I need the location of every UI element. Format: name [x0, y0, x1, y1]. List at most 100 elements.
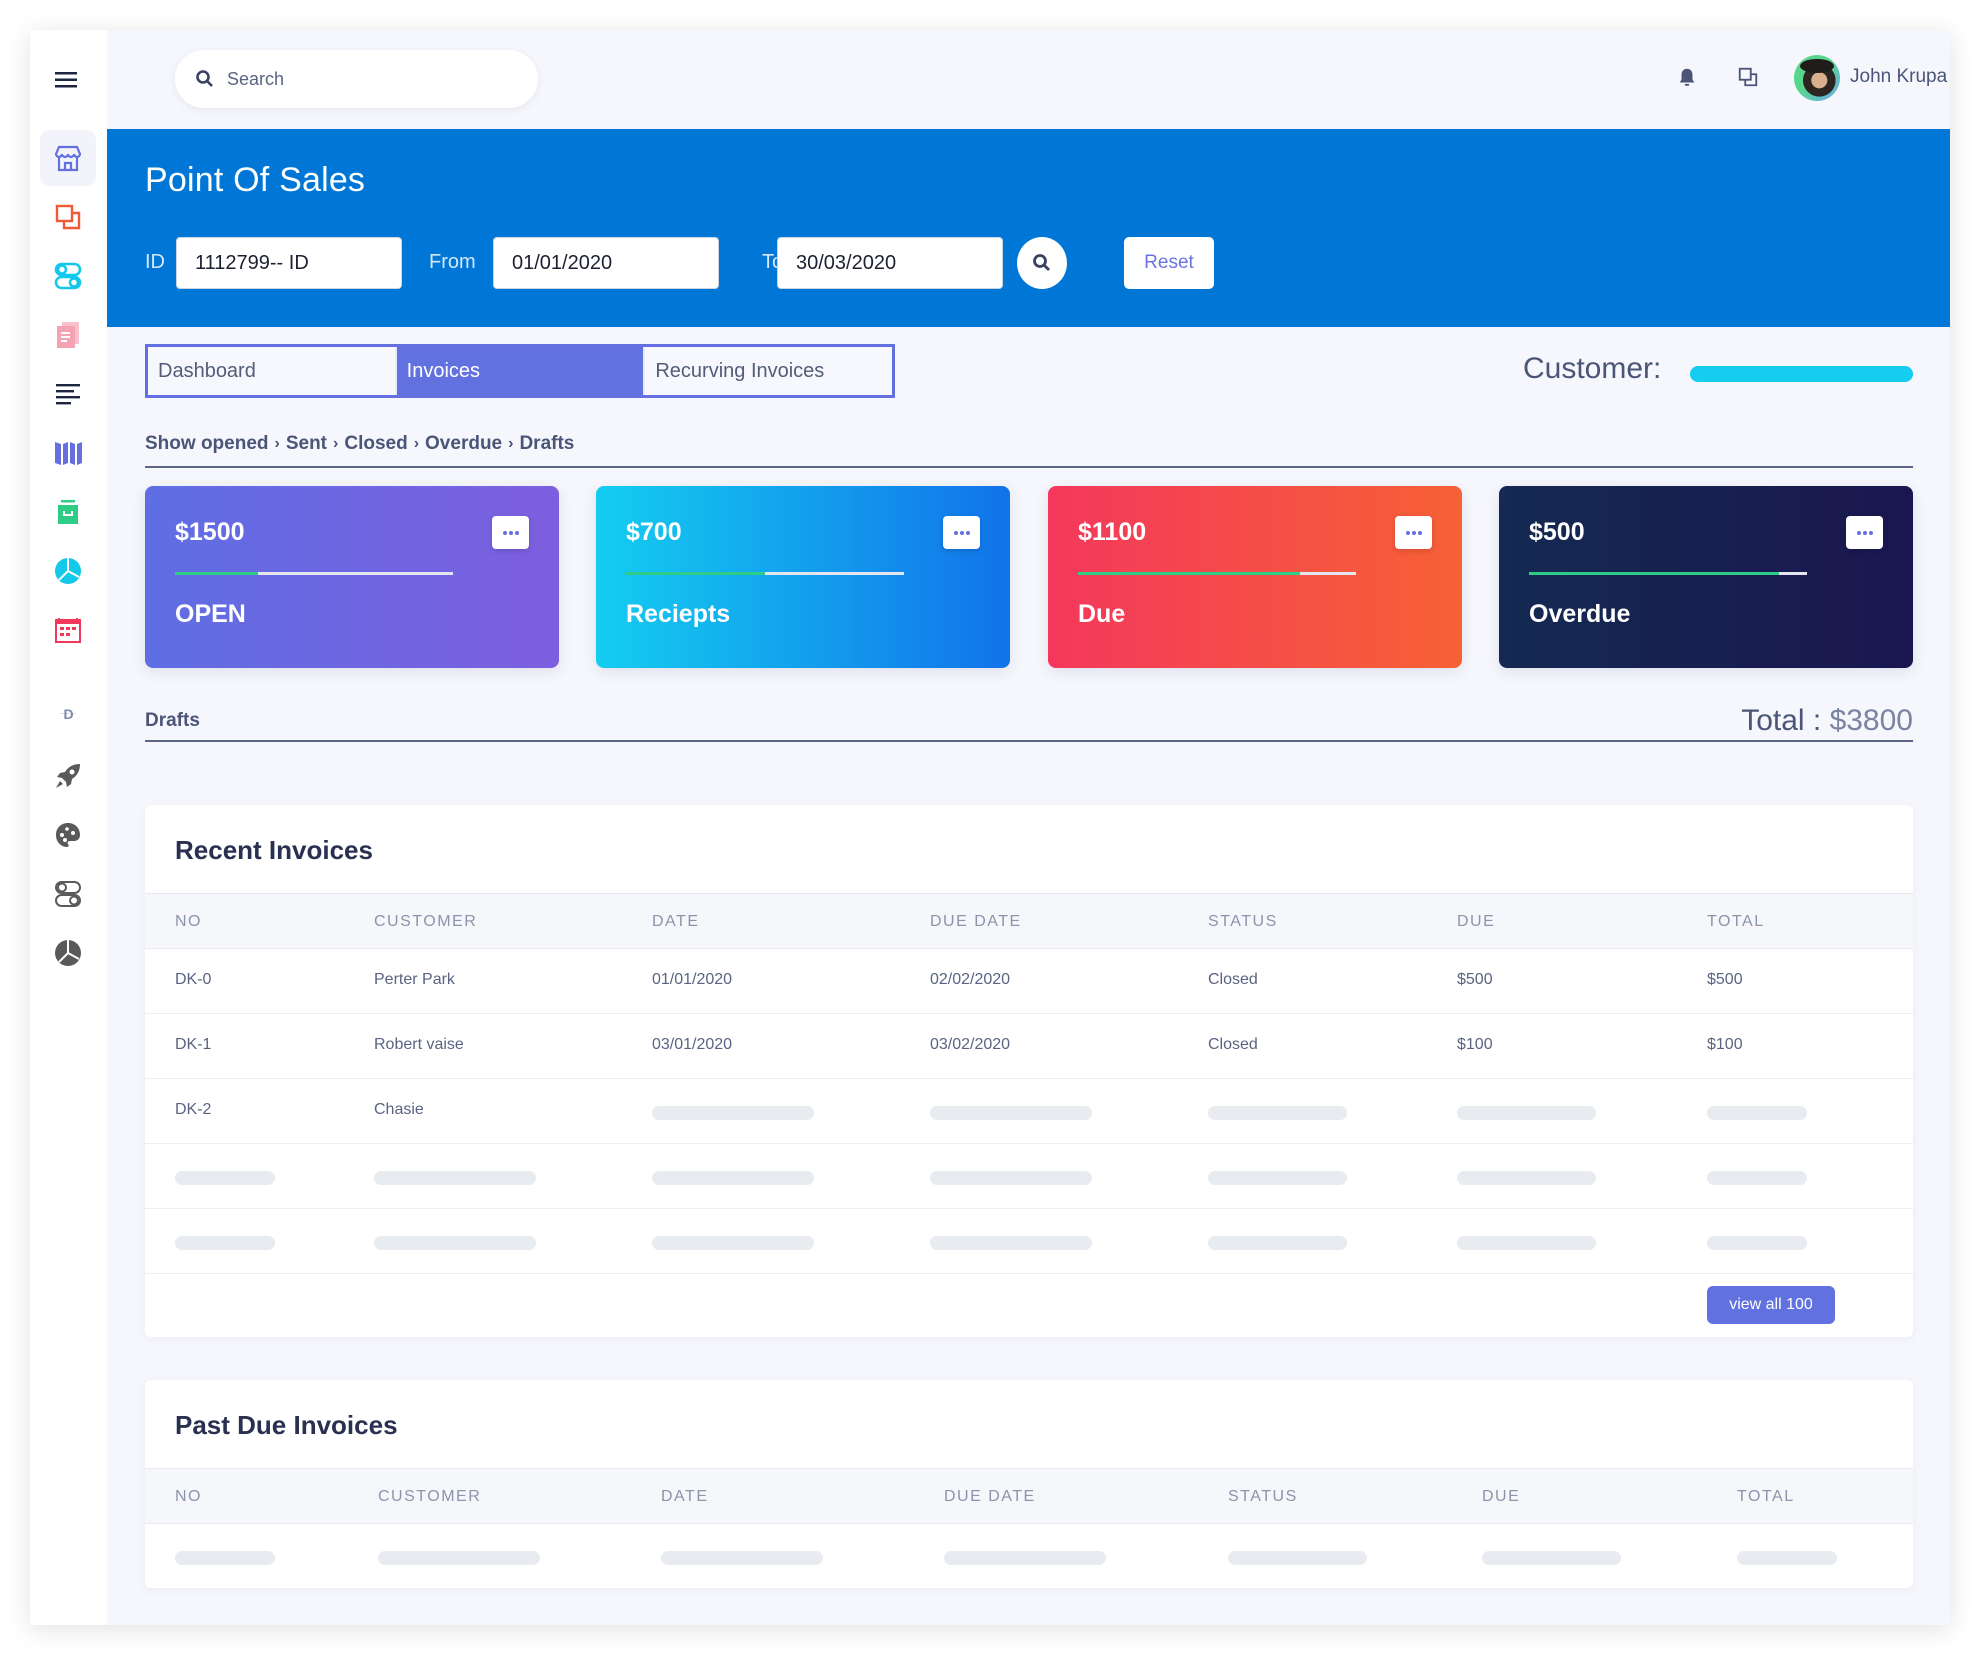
cell-due-date: 02/02/2020 — [930, 971, 1011, 988]
documents-icon — [57, 322, 79, 348]
loading-placeholder — [1208, 1106, 1347, 1120]
loading-placeholder — [1208, 1171, 1347, 1185]
table-row[interactable]: DK-1 Robert vaise 03/01/2020 03/02/2020 Clos… — [145, 1014, 1913, 1079]
column-header-total[interactable]: TOTAL — [1707, 913, 1765, 931]
calendar-icon — [55, 618, 81, 643]
loading-placeholder — [1228, 1551, 1367, 1565]
customer-selector[interactable] — [1690, 366, 1913, 382]
tab-dashboard[interactable]: Dashboard — [148, 347, 397, 395]
sidebar-item-store[interactable] — [40, 130, 96, 186]
column-header-no[interactable]: NO — [175, 913, 202, 931]
filter-banner: Point Of Sales ID From To Reset — [107, 129, 1950, 327]
loading-placeholder — [1208, 1236, 1347, 1250]
column-header-status[interactable]: STATUS — [1208, 913, 1278, 931]
more-button[interactable] — [492, 516, 529, 549]
more-button[interactable] — [1395, 516, 1432, 549]
loading-placeholder — [175, 1236, 275, 1250]
table-header: NO CUSTOMER DATE DUE DATE STATUS DUE TOTAL — [145, 1468, 1913, 1524]
sidebar-item-analytics[interactable] — [40, 925, 96, 981]
table-row[interactable]: DK-0 Perter Park 01/01/2020 02/02/2020 Close… — [145, 949, 1913, 1014]
column-header-customer[interactable]: CUSTOMER — [378, 1488, 481, 1506]
column-header-total[interactable]: TOTAL — [1737, 1488, 1795, 1506]
cell-no: DK-0 — [175, 971, 212, 988]
chevron-right-icon: › — [413, 435, 420, 452]
windows-button[interactable] — [1734, 63, 1762, 91]
loading-placeholder — [1457, 1171, 1596, 1185]
crumb-overdue[interactable]: Overdue — [425, 433, 502, 455]
column-header-status[interactable]: STATUS — [1228, 1488, 1298, 1506]
from-label: From — [429, 251, 476, 273]
column-header-customer[interactable]: CUSTOMER — [374, 913, 477, 931]
sidebar-item-calendar[interactable] — [40, 602, 96, 658]
crumb-show-opened[interactable]: Show opened — [145, 433, 269, 455]
more-button[interactable] — [1846, 516, 1883, 549]
loading-placeholder — [175, 1551, 275, 1565]
crumb-sent[interactable]: Sent — [286, 433, 327, 455]
sidebar-item-map[interactable] — [40, 425, 96, 481]
copy-icon — [1738, 67, 1758, 87]
card-label: OPEN — [175, 600, 246, 628]
user-name[interactable]: John Krupa — [1850, 66, 1947, 88]
crumb-drafts[interactable]: Drafts — [519, 433, 574, 455]
card-label: Due — [1078, 600, 1126, 628]
notifications-button[interactable] — [1673, 63, 1701, 91]
search-input[interactable] — [227, 68, 507, 90]
loading-placeholder — [175, 1171, 275, 1185]
column-header-no[interactable]: NO — [175, 1488, 202, 1506]
column-header-due-date[interactable]: DUE DATE — [944, 1488, 1036, 1506]
sidebar-item-reports[interactable] — [40, 543, 96, 599]
divider — [145, 466, 1913, 468]
more-button[interactable] — [943, 516, 980, 549]
more-dots-icon — [1856, 530, 1861, 535]
table-row[interactable]: DK-2 Chasie — [145, 1079, 1913, 1144]
reset-button[interactable]: Reset — [1124, 237, 1214, 289]
loading-placeholder — [1737, 1551, 1837, 1565]
toggles-icon — [54, 262, 82, 290]
column-header-date[interactable]: DATE — [661, 1488, 708, 1506]
more-dots-icon — [502, 530, 507, 535]
sidebar-item-copy[interactable] — [40, 189, 96, 245]
page-title: Point Of Sales — [145, 161, 366, 199]
hamburger-icon[interactable] — [50, 67, 86, 93]
filter-search-button[interactable] — [1017, 237, 1067, 289]
cell-customer: Perter Park — [374, 971, 455, 988]
tab-recurring-invoices[interactable]: Recurving Invoices — [645, 347, 892, 395]
column-header-due[interactable]: DUE — [1482, 1488, 1520, 1506]
to-date-field[interactable] — [777, 237, 1003, 289]
sidebar-item-settings-toggles[interactable] — [40, 866, 96, 922]
cell-date: 01/01/2020 — [652, 971, 733, 988]
tab-bar: Dashboard Invoices Recurving Invoices — [145, 344, 895, 398]
sidebar-item-archive[interactable] — [40, 484, 96, 540]
card-amount: $1500 — [175, 518, 245, 546]
id-field[interactable] — [176, 237, 402, 289]
loading-placeholder — [378, 1551, 540, 1565]
sidebar-item-toggles[interactable] — [40, 248, 96, 304]
breadcrumb: Show opened › Sent › Closed › Overdue › … — [145, 433, 574, 455]
view-all-button[interactable]: view all 100 — [1707, 1286, 1835, 1324]
from-date-field[interactable] — [493, 237, 719, 289]
sidebar-item-documents[interactable] — [40, 307, 96, 363]
cell-due-date: 03/02/2020 — [930, 1036, 1011, 1053]
sidebar-item-launch[interactable] — [40, 748, 96, 804]
drafts-label: Drafts — [145, 710, 200, 731]
toggles-icon — [55, 881, 81, 907]
sidebar-item-list[interactable] — [40, 366, 96, 422]
column-header-due-date[interactable]: DUE DATE — [930, 913, 1022, 931]
loading-placeholder — [652, 1236, 814, 1250]
loading-placeholder — [661, 1551, 823, 1565]
loading-placeholder — [1482, 1551, 1621, 1565]
column-header-date[interactable]: DATE — [652, 913, 699, 931]
crumb-closed[interactable]: Closed — [344, 433, 407, 455]
chevron-right-icon: › — [333, 435, 339, 452]
sidebar-item-palette[interactable] — [40, 807, 96, 863]
sidebar-section-label: D — [63, 706, 74, 722]
loading-placeholder — [1457, 1106, 1596, 1120]
cell-total: $100 — [1707, 1036, 1743, 1053]
search-box[interactable] — [175, 50, 538, 108]
progress-fill — [175, 572, 259, 575]
tab-invoices[interactable]: Invoices — [396, 347, 646, 395]
column-header-due[interactable]: DUE — [1457, 913, 1495, 931]
pie-chart-icon — [55, 558, 81, 584]
avatar[interactable] — [1794, 55, 1840, 101]
cell-no: DK-2 — [175, 1101, 212, 1118]
